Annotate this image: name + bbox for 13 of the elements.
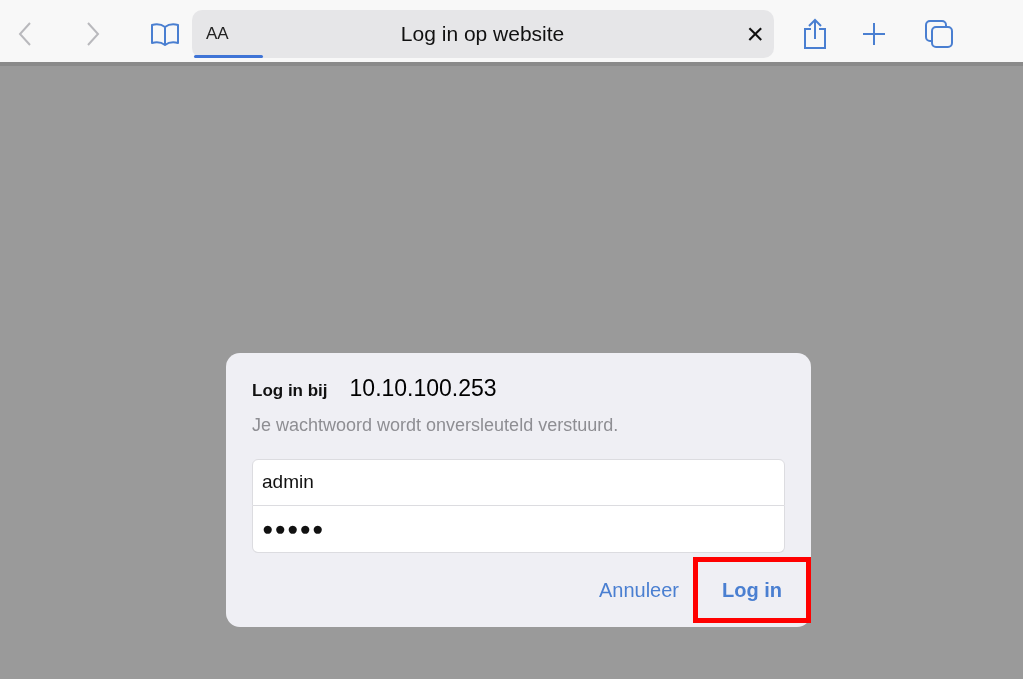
reader-button[interactable]: AA <box>206 21 229 47</box>
dialog-title: Log in bij <box>252 380 328 402</box>
page-title: Log in op website <box>399 21 566 48</box>
host-address: 10.10.100.253 <box>349 374 497 403</box>
address-bar[interactable]: AA Log in op website × <box>192 10 774 58</box>
dialog-message: Je wachtwoord wordt onversleuteld verstuurd. <box>252 413 620 437</box>
password-field[interactable]: ●●●●● <box>252 505 785 553</box>
close-button[interactable]: × <box>736 19 774 49</box>
book-icon[interactable] <box>150 22 180 46</box>
tabs-icon[interactable] <box>924 19 954 49</box>
share-icon[interactable] <box>802 18 828 50</box>
username-field[interactable]: admin <box>252 458 785 506</box>
plus-icon[interactable] <box>862 22 886 46</box>
